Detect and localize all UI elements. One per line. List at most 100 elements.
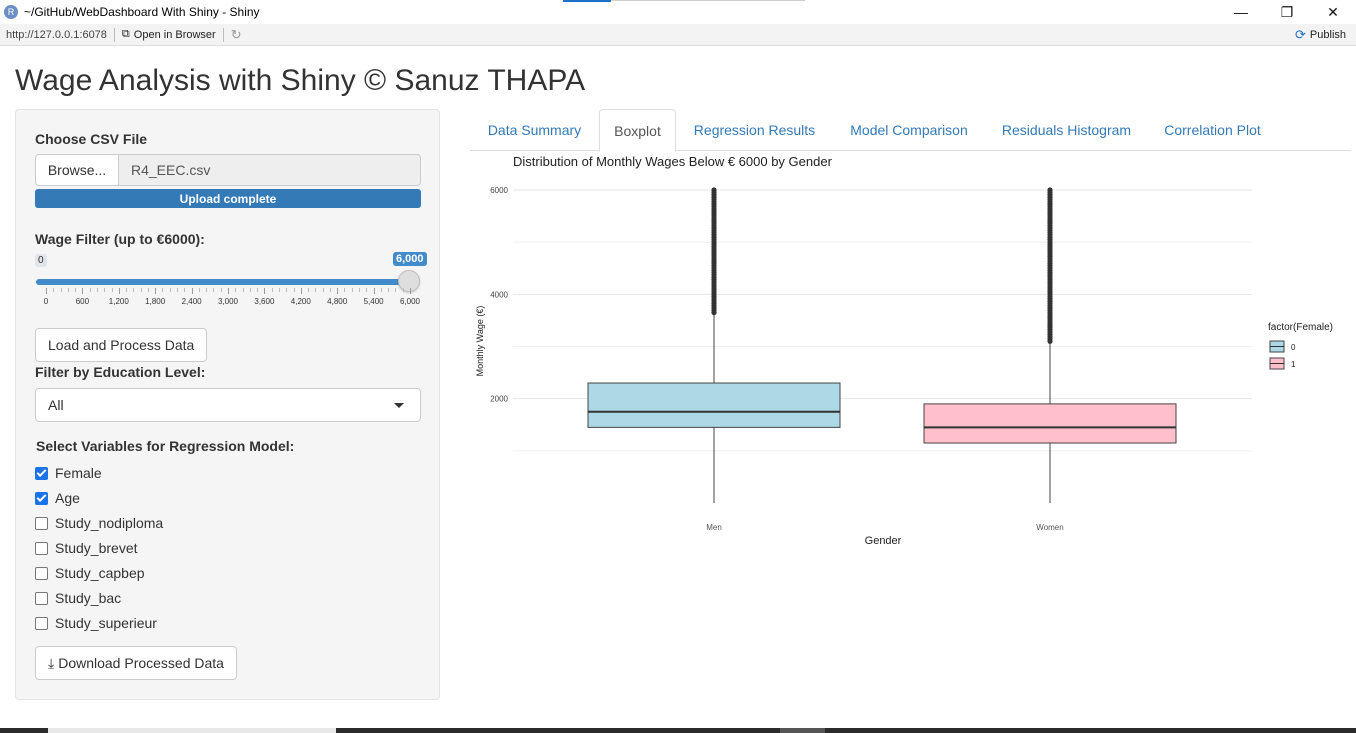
- separator: [113, 27, 115, 42]
- slider-tick: [147, 288, 149, 292]
- checkbox[interactable]: [35, 566, 48, 580]
- taskbar-item[interactable]: [48, 728, 336, 733]
- slider-tick: [133, 288, 135, 292]
- slider-tick-label: 2,400: [181, 297, 202, 306]
- outlier-point: [711, 187, 717, 193]
- slider-tick: [198, 288, 200, 292]
- slider-value-label: 6,000: [393, 252, 427, 266]
- education-selected-value: All: [48, 397, 64, 413]
- checkbox-label: Study_nodiploma: [55, 515, 164, 531]
- os-taskbar: [0, 728, 1356, 733]
- open-in-browser-button[interactable]: ⧉ Open in Browser: [122, 28, 216, 41]
- refresh-icon[interactable]: ↻: [231, 27, 242, 43]
- checkbox[interactable]: [35, 491, 48, 505]
- slider-tick: [206, 288, 208, 292]
- y-axis-label: Monthly Wage (€): [475, 306, 485, 377]
- education-filter-label: Filter by Education Level:: [35, 364, 206, 380]
- taskbar-item[interactable]: [780, 728, 825, 733]
- slider-tick: [213, 288, 215, 292]
- tab-correlation-plot[interactable]: Correlation Plot: [1148, 109, 1277, 151]
- wage-slider-track[interactable]: [36, 279, 410, 285]
- checkbox[interactable]: [35, 516, 48, 530]
- download-icon: ⤓: [48, 654, 55, 671]
- slider-tick: [177, 288, 179, 292]
- window-title: ~/GitHub/WebDashboard With Shiny - Shiny: [24, 5, 260, 19]
- slider-tick-label: 5,400: [363, 297, 384, 306]
- slider-tick: [300, 288, 302, 294]
- slider-tick: [104, 288, 106, 292]
- checkbox-label: Female: [55, 465, 102, 481]
- iqr-box: [923, 403, 1177, 444]
- x-tick-label: Women: [1036, 523, 1063, 532]
- slider-tick: [366, 288, 368, 292]
- boxplot-chart: Distribution of Monthly Wages Below € 60…: [475, 154, 1333, 547]
- rstudio-app-icon: R: [4, 5, 18, 19]
- chart-boxes: [587, 187, 1177, 503]
- legend-label: 1: [1291, 360, 1296, 369]
- slider-tick: [410, 288, 411, 294]
- y-tick-label: 4000: [490, 290, 508, 299]
- x-tick-label: Men: [706, 523, 722, 532]
- slider-tick: [235, 288, 237, 292]
- checkbox[interactable]: [35, 466, 48, 480]
- maximize-icon[interactable]: ❐: [1264, 0, 1310, 24]
- chart-title: Distribution of Monthly Wages Below € 60…: [513, 154, 833, 169]
- slider-tick: [373, 288, 375, 294]
- url-text[interactable]: http://127.0.0.1:6078: [0, 29, 107, 41]
- checkbox-label: Study_bac: [55, 590, 122, 606]
- tab-data-summary[interactable]: Data Summary: [470, 109, 599, 151]
- sidebar-panel: Choose CSV File Browse... R4_EEC.csv Upl…: [15, 109, 440, 700]
- checkbox[interactable]: [35, 616, 48, 630]
- slider-tick: [395, 288, 397, 292]
- chevron-down-icon: [394, 403, 404, 408]
- download-button-label: Download Processed Data: [58, 655, 224, 671]
- checkbox-row-study_bac[interactable]: Study_bac: [35, 590, 121, 606]
- checkbox-row-study_brevet[interactable]: Study_brevet: [35, 540, 138, 556]
- browse-button[interactable]: Browse...: [35, 154, 119, 186]
- separator: [222, 27, 224, 42]
- publish-button[interactable]: ⟳ Publish: [1295, 27, 1346, 43]
- checkbox[interactable]: [35, 591, 48, 605]
- tab-boxplot[interactable]: Boxplot: [599, 109, 676, 152]
- upload-progress-bar: Upload complete: [35, 189, 421, 208]
- external-window-icon: ⧉: [121, 28, 130, 40]
- download-processed-data-button[interactable]: ⤓ Download Processed Data: [35, 646, 237, 680]
- minimize-icon[interactable]: —: [1218, 0, 1264, 24]
- checkbox-row-study_nodiploma[interactable]: Study_nodiploma: [35, 515, 163, 531]
- slider-tick-label: 3,600: [254, 297, 275, 306]
- slider-tick: [155, 288, 157, 294]
- load-process-data-button[interactable]: Load and Process Data: [35, 328, 208, 362]
- slider-tick: [329, 288, 331, 292]
- close-icon[interactable]: ✕: [1310, 0, 1356, 24]
- slider-tick: [96, 288, 98, 292]
- slider-tick: [126, 288, 128, 292]
- checkbox-row-female[interactable]: Female: [35, 465, 102, 481]
- slider-tick: [271, 288, 273, 292]
- checkbox-row-age[interactable]: Age: [35, 490, 80, 506]
- page-title: Wage Analysis with Shiny © Sanuz THAPA: [15, 64, 586, 97]
- titlebar-accent: [563, 0, 611, 2]
- open-in-browser-label: Open in Browser: [133, 28, 216, 41]
- tab-model-comparison[interactable]: Model Comparison: [833, 109, 985, 151]
- checkbox[interactable]: [35, 541, 48, 555]
- checkbox-row-study_capbep[interactable]: Study_capbep: [35, 565, 145, 581]
- y-tick-label: 6000: [490, 186, 508, 195]
- slider-tick: [162, 288, 164, 292]
- slider-tick: [169, 288, 171, 292]
- slider-tick-label: 0: [43, 297, 49, 306]
- slider-tick: [140, 288, 142, 292]
- slider-tick: [242, 288, 244, 292]
- slider-tick: [75, 288, 77, 292]
- slider-tick: [322, 288, 324, 292]
- tab-residuals-histogram[interactable]: Residuals Histogram: [985, 109, 1148, 151]
- slider-tick: [286, 288, 288, 292]
- publish-label: Publish: [1309, 28, 1346, 41]
- slider-tick: [118, 288, 120, 294]
- education-select[interactable]: All: [35, 388, 421, 422]
- file-input: Browse... R4_EEC.csv: [35, 154, 421, 186]
- slider-tick: [249, 288, 251, 292]
- slider-tick: [220, 288, 222, 292]
- tab-regression-results[interactable]: Regression Results: [676, 109, 833, 151]
- checkbox-row-study_superieur[interactable]: Study_superieur: [35, 615, 157, 631]
- slider-min-label: 0: [35, 254, 47, 267]
